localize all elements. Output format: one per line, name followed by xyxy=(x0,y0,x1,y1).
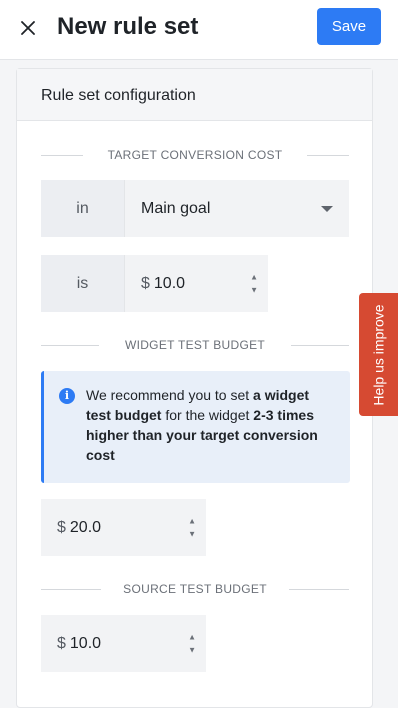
source-budget-value: 10.0 xyxy=(69,634,102,652)
currency-symbol: $ xyxy=(141,274,150,292)
section-heading-text: TARGET CONVERSION COST xyxy=(107,148,283,162)
source-budget-input[interactable]: $ 10.0 ▲ ▼ xyxy=(41,615,206,672)
widget-budget-value: 20.0 xyxy=(69,518,102,536)
section-heading-text: WIDGET TEST BUDGET xyxy=(124,338,266,352)
app-header: New rule set Save xyxy=(0,0,398,60)
divider-line xyxy=(307,154,349,156)
source-budget-row: $ 10.0 ▲ ▼ xyxy=(41,615,206,672)
close-icon xyxy=(21,21,35,35)
target-cost-row: is $ 10.0 ▲ ▼ xyxy=(41,255,268,312)
source-budget-stepper: ▲ ▼ xyxy=(188,633,196,654)
page-title: New rule set xyxy=(57,13,199,40)
increment-icon[interactable]: ▲ xyxy=(188,633,196,641)
save-button[interactable]: Save xyxy=(317,8,381,45)
divider-line xyxy=(289,588,349,590)
goal-select[interactable]: Main goal xyxy=(124,180,349,237)
rule-set-configuration-card: Rule set configuration TARGET CONVERSION… xyxy=(16,68,373,708)
card-header: Rule set configuration xyxy=(17,69,372,121)
divider-line xyxy=(41,154,83,156)
currency-symbol: $ xyxy=(57,518,66,536)
help-us-improve-tab[interactable]: Help us improve xyxy=(359,293,398,416)
close-button[interactable] xyxy=(12,12,44,44)
recommendation-info-box: i We recommend you to set a widget test … xyxy=(41,371,350,483)
widget-budget-row: $ 20.0 ▲ ▼ xyxy=(41,499,206,556)
currency-symbol: $ xyxy=(57,634,66,652)
target-conversion-cost-heading: TARGET CONVERSION COST xyxy=(41,145,349,165)
increment-icon[interactable]: ▲ xyxy=(188,517,196,525)
increment-icon[interactable]: ▲ xyxy=(250,273,258,281)
recommendation-text: We recommend you to set a widget test bu… xyxy=(86,387,318,463)
chevron-down-icon xyxy=(321,205,333,212)
target-cost-input[interactable]: $ 10.0 ▲ ▼ xyxy=(124,255,268,312)
divider-line xyxy=(41,588,101,590)
info-icon: i xyxy=(59,388,75,404)
card-title: Rule set configuration xyxy=(41,87,196,104)
source-test-budget-heading: SOURCE TEST BUDGET xyxy=(41,579,349,599)
target-cost-value: 10.0 xyxy=(153,274,186,292)
divider-line xyxy=(41,344,99,346)
target-cost-stepper: ▲ ▼ xyxy=(250,273,258,294)
help-tab-label: Help us improve xyxy=(370,303,387,406)
goal-select-value: Main goal xyxy=(141,199,211,217)
decrement-icon[interactable]: ▼ xyxy=(188,646,196,654)
section-heading-text: SOURCE TEST BUDGET xyxy=(123,582,267,596)
widget-budget-input[interactable]: $ 20.0 ▲ ▼ xyxy=(41,499,206,556)
goal-select-row: in Main goal xyxy=(41,180,349,237)
widget-test-budget-heading: WIDGET TEST BUDGET xyxy=(41,335,349,355)
widget-budget-stepper: ▲ ▼ xyxy=(188,517,196,538)
divider-line xyxy=(291,344,349,346)
decrement-icon[interactable]: ▼ xyxy=(250,286,258,294)
goal-select-label: in xyxy=(41,180,124,237)
target-cost-label: is xyxy=(41,255,124,312)
decrement-icon[interactable]: ▼ xyxy=(188,530,196,538)
